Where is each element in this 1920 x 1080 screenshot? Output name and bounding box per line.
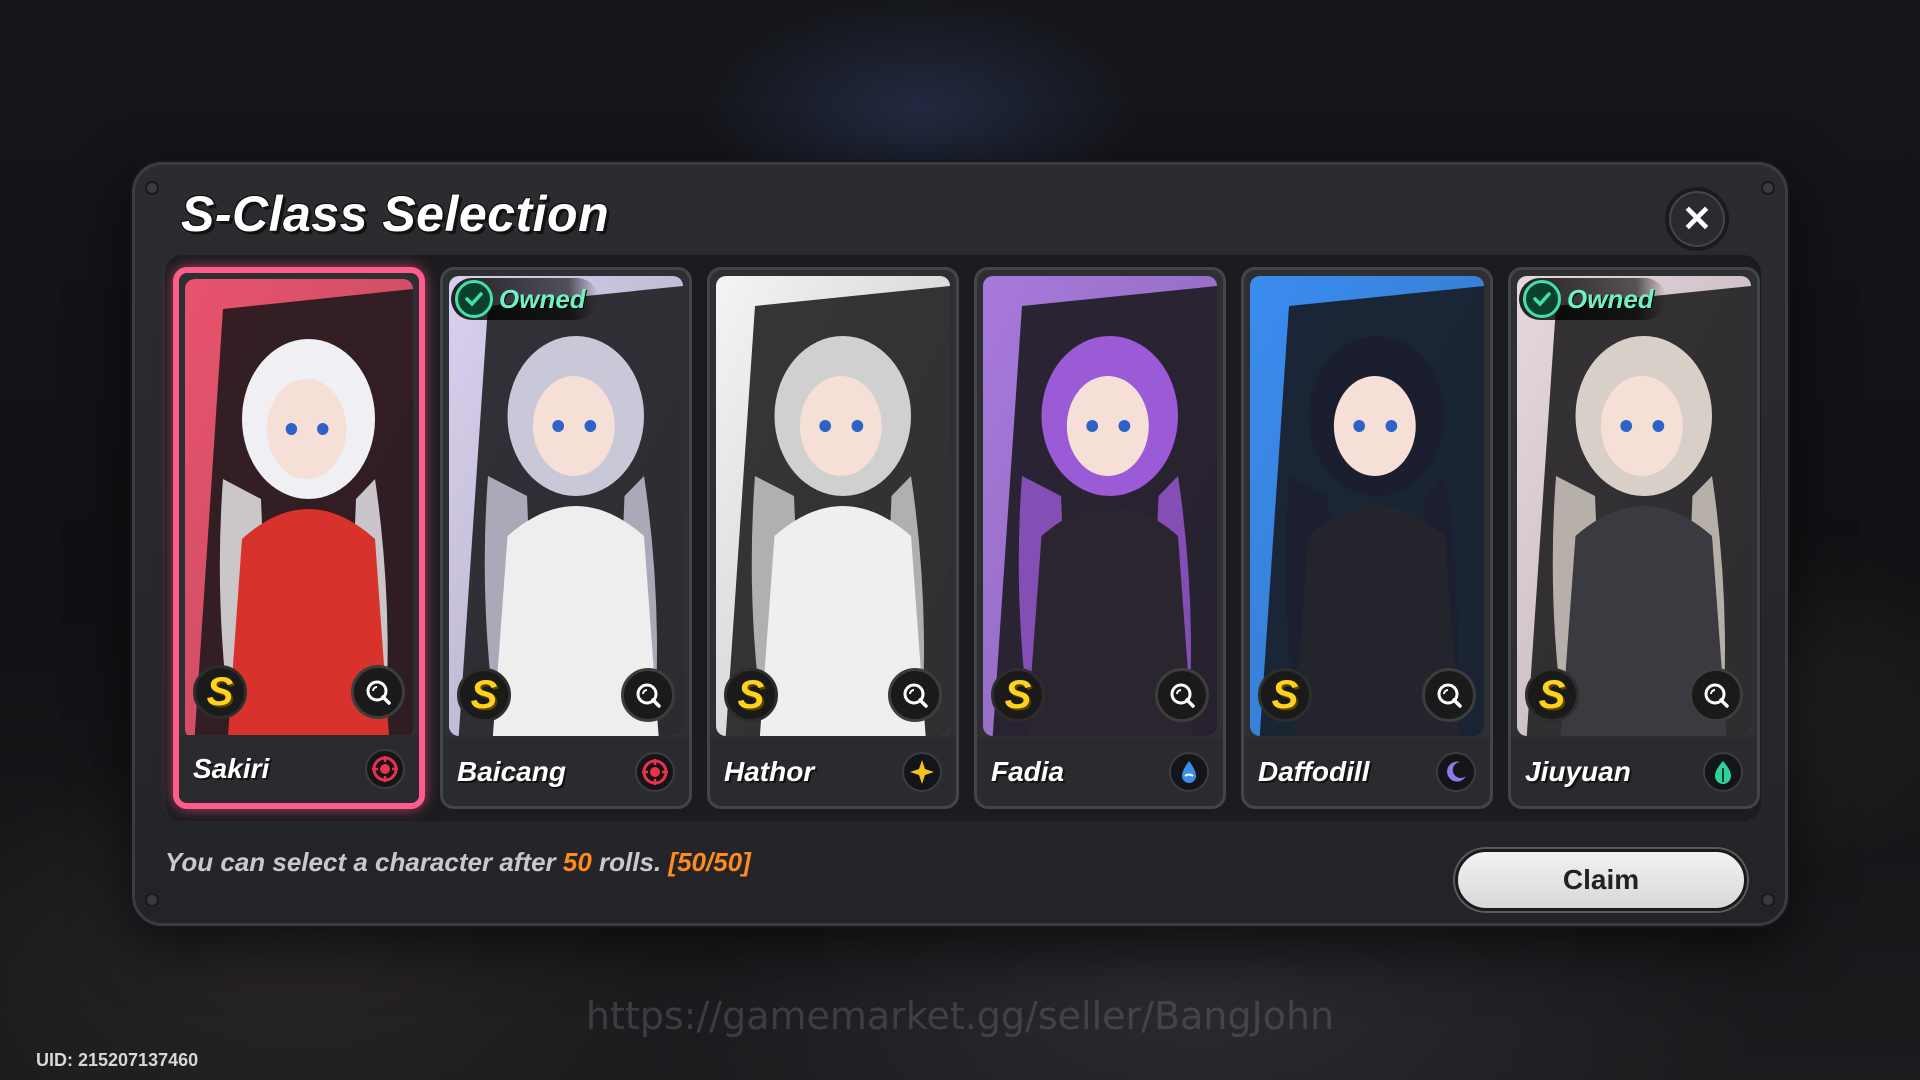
requirement-middle: rolls.	[591, 847, 669, 877]
magnifier-icon[interactable]	[621, 668, 675, 722]
check-icon	[455, 280, 493, 318]
magnifier-icon[interactable]	[1155, 668, 1209, 722]
character-name: Jiuyuan	[1525, 756, 1631, 787]
s-rank-badge-icon: S	[991, 668, 1045, 722]
character-name: Hathor	[724, 756, 815, 787]
name-bar: Jiuyuan	[1511, 738, 1757, 806]
watermark: https://gamemarket.gg/seller/BangJohn	[585, 994, 1335, 1038]
name-bar: Sakiri	[179, 735, 419, 803]
character-name: Baicang	[457, 756, 566, 787]
character-cards-panel: S Sakiri Owned S Baicang S Hathor S Fadi…	[165, 255, 1761, 821]
character-name: Daffodill	[1258, 756, 1370, 787]
character-card-fadia[interactable]: S Fadia	[974, 267, 1226, 809]
required-rolls: 50	[562, 847, 592, 877]
owned-label: Owned	[1567, 283, 1654, 314]
dialog-title: S-Class Selection	[181, 186, 610, 242]
corner-rivet	[145, 181, 159, 195]
roll-requirement-text: You can select a character after 50 roll…	[165, 847, 751, 878]
s-rank-badge-icon: S	[1525, 668, 1579, 722]
name-bar: Fadia	[977, 738, 1223, 806]
moon-icon	[1436, 752, 1476, 792]
corner-rivet	[1761, 181, 1775, 195]
character-name: Fadia	[991, 756, 1065, 787]
check-icon	[1523, 280, 1561, 318]
character-portrait	[716, 276, 950, 736]
magnifier-icon[interactable]	[888, 668, 942, 722]
roll-progress: [50/50]	[668, 847, 751, 877]
character-portrait	[449, 276, 683, 736]
character-card-daffodill[interactable]: S Daffodill	[1241, 267, 1493, 809]
corner-rivet	[1761, 893, 1775, 907]
name-bar: Daffodill	[1244, 738, 1490, 806]
s-rank-badge-icon: S	[1258, 668, 1312, 722]
character-card-jiuyuan[interactable]: Owned S Jiuyuan	[1508, 267, 1760, 809]
character-card-baicang[interactable]: Owned S Baicang	[440, 267, 692, 809]
s-class-selection-dialog: S-Class Selection ✕ S Sakiri Owned S Bai…	[132, 162, 1788, 926]
close-icon: ✕	[1681, 198, 1713, 239]
owned-tag: Owned	[1519, 278, 1666, 320]
magnifier-icon[interactable]	[1422, 668, 1476, 722]
leaf-icon	[1703, 752, 1743, 792]
magnifier-icon[interactable]	[1689, 668, 1743, 722]
magnifier-icon[interactable]	[351, 665, 405, 719]
claim-button[interactable]: Claim	[1455, 849, 1747, 911]
s-rank-badge-icon: S	[193, 665, 247, 719]
close-button[interactable]: ✕	[1665, 187, 1729, 251]
character-portrait	[983, 276, 1217, 736]
character-portrait	[1250, 276, 1484, 736]
character-portrait	[1517, 276, 1751, 736]
character-card-hathor[interactable]: S Hathor	[707, 267, 959, 809]
owned-tag: Owned	[451, 278, 598, 320]
s-rank-badge-icon: S	[457, 668, 511, 722]
name-bar: Baicang	[443, 738, 689, 806]
name-bar: Hathor	[710, 738, 956, 806]
target-icon	[365, 749, 405, 789]
uid-label: UID: 215207137460	[36, 1050, 199, 1070]
s-rank-badge-icon: S	[724, 668, 778, 722]
owned-label: Owned	[499, 283, 586, 314]
target-icon	[635, 752, 675, 792]
requirement-prefix: You can select a character after	[165, 847, 563, 877]
star-icon	[902, 752, 942, 792]
water-icon	[1169, 752, 1209, 792]
character-card-sakiri[interactable]: S Sakiri	[173, 267, 425, 809]
character-name: Sakiri	[193, 753, 270, 784]
corner-rivet	[145, 893, 159, 907]
